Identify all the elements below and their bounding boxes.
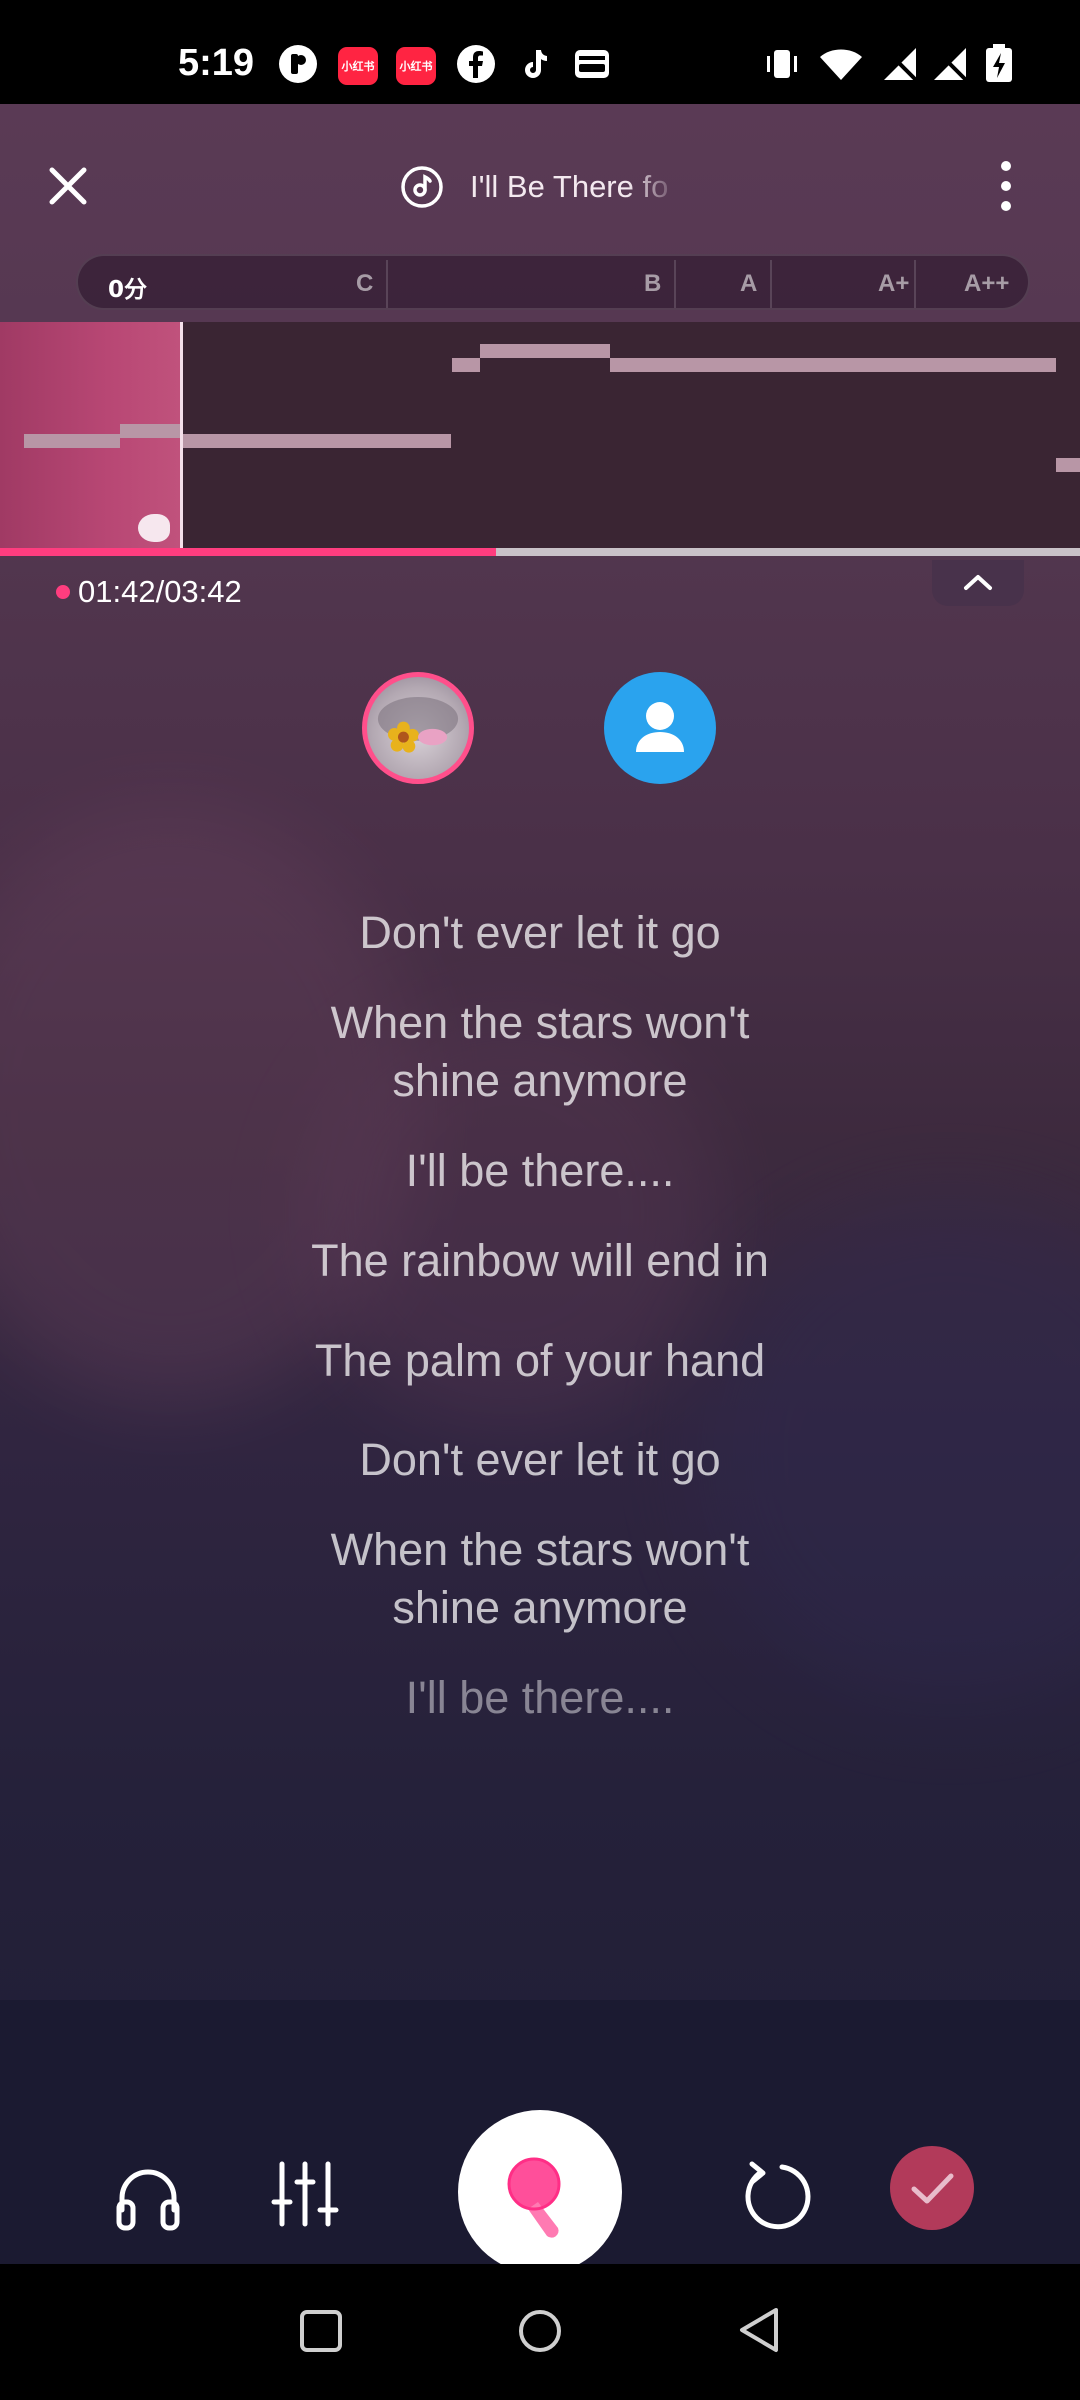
score-bar: 0分 C B A A+ A++ bbox=[76, 254, 1030, 310]
signal-off-icon bbox=[882, 46, 918, 82]
lyric-line: shine anymore bbox=[392, 1055, 688, 1106]
grade-divider bbox=[386, 260, 388, 308]
pitch-note bbox=[480, 344, 610, 358]
elapsed-time: 01:42/03:42 bbox=[78, 574, 242, 609]
song-title-bar[interactable]: I'll Be There fo bbox=[400, 160, 680, 214]
avatar[interactable] bbox=[362, 672, 474, 784]
lyric-line: I'll be there.... bbox=[405, 1145, 675, 1196]
song-title: I'll Be There fo bbox=[470, 169, 669, 204]
lyric-line: Don't ever let it go bbox=[359, 907, 721, 958]
record-button[interactable] bbox=[458, 2110, 622, 2264]
back-icon[interactable] bbox=[736, 2306, 782, 2354]
status-time: 5:19 bbox=[178, 42, 255, 84]
lyric-line: Don't ever let it go bbox=[359, 1434, 721, 1485]
app-p-icon bbox=[279, 45, 317, 83]
grade-a: A bbox=[740, 270, 758, 297]
grade-divider bbox=[914, 260, 916, 308]
lyric-line: When the stars won't bbox=[330, 997, 750, 1048]
xiaohongshu-icon: 小红书 bbox=[396, 47, 436, 85]
pitch-graph bbox=[0, 322, 1080, 548]
recents-icon[interactable] bbox=[298, 2308, 344, 2354]
headphones-icon[interactable] bbox=[112, 2162, 184, 2232]
pitch-note bbox=[183, 434, 451, 448]
grade-c: C bbox=[356, 270, 374, 297]
check-icon bbox=[911, 2173, 954, 2204]
lyric-line: The palm of your hand bbox=[314, 1335, 766, 1386]
pitch-indicator bbox=[138, 514, 170, 542]
restart-icon[interactable] bbox=[738, 2160, 812, 2234]
pitch-note bbox=[1056, 458, 1080, 472]
lyric-line: When the stars won't bbox=[330, 1524, 750, 1575]
grade-a-plus: A+ bbox=[878, 270, 910, 297]
lyric-line: shine anymore bbox=[392, 1582, 688, 1633]
score-current: 0分 bbox=[108, 277, 148, 303]
time-display: 01:42/03:42 bbox=[56, 574, 242, 610]
facebook-icon bbox=[457, 45, 495, 83]
progress-bar[interactable] bbox=[0, 548, 1080, 556]
vibrate-icon bbox=[767, 50, 797, 78]
controls-bar bbox=[0, 2000, 1080, 2264]
partner-avatar[interactable] bbox=[604, 672, 716, 784]
pitch-cursor bbox=[180, 322, 183, 548]
signal-off-icon bbox=[932, 46, 968, 82]
pitch-note bbox=[24, 434, 120, 448]
chevron-up-icon bbox=[964, 575, 992, 590]
sliders-icon[interactable] bbox=[270, 2158, 340, 2230]
lyric-line: I'll be there.... bbox=[405, 1672, 675, 1723]
music-disc-icon bbox=[401, 166, 443, 208]
grade-divider bbox=[674, 260, 676, 308]
grade-b: B bbox=[644, 270, 662, 297]
more-vertical-icon[interactable] bbox=[996, 158, 1016, 214]
grade-a-plus-plus: A++ bbox=[964, 270, 1010, 297]
user-icon bbox=[636, 702, 684, 752]
pitch-note bbox=[452, 358, 480, 372]
karaoke-screen: I'll Be There fo 0分 C B A A+ A++ 01:42/0… bbox=[0, 104, 1080, 2264]
recording-dot-icon bbox=[56, 585, 70, 599]
close-icon[interactable] bbox=[46, 164, 90, 208]
collapse-button[interactable] bbox=[932, 560, 1024, 606]
done-button[interactable] bbox=[890, 2146, 974, 2230]
pitch-note bbox=[610, 358, 1056, 372]
grade-divider bbox=[770, 260, 772, 308]
system-nav-bar bbox=[0, 2264, 1080, 2400]
home-icon[interactable] bbox=[517, 2308, 563, 2354]
status-bar: 5:19 小红书 小红书 bbox=[0, 0, 1080, 104]
lyric-line: The rainbow will end in bbox=[311, 1235, 769, 1286]
battery-charging-icon bbox=[986, 44, 1012, 82]
xiaohongshu-icon: 小红书 bbox=[338, 47, 378, 85]
flower-avatar-image bbox=[377, 697, 459, 753]
progress-fill bbox=[0, 548, 496, 556]
wallet-icon bbox=[575, 50, 609, 78]
pitch-note bbox=[120, 424, 180, 438]
wifi-icon bbox=[820, 49, 862, 80]
tiktok-icon bbox=[525, 50, 547, 78]
microphone-icon bbox=[507, 2157, 561, 2238]
